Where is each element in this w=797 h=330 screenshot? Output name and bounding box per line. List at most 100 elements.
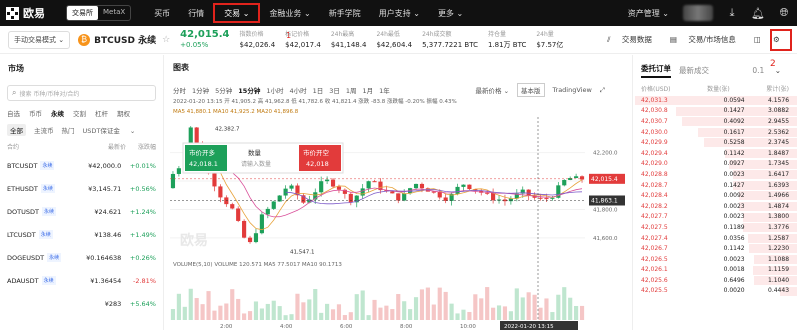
tab-options[interactable]: 期权 [117,108,130,118]
timeframe-2[interactable]: 5分钟 [215,85,232,95]
tab-orderbook[interactable]: 委托订单 [641,63,671,78]
orderbook-row[interactable]: 42,028.4 0.0092 1.4966 [633,190,797,201]
orderbook-row[interactable]: 42,030.8 0.1427 3.0882 [633,106,797,117]
nav-buy-crypto[interactable]: 买币 [145,0,179,26]
orderbook-row[interactable]: 42,030.7 0.4092 2.9455 [633,116,797,127]
orderbook-row[interactable]: 42,026.5 0.0023 1.1088 [633,254,797,265]
ask-price: 42,030.8 [641,107,668,115]
orderbook-row[interactable]: 42,028.7 0.1427 1.6393 [633,180,797,191]
margin-select[interactable]: USDT保证金 ⌄ [83,125,136,135]
depth-step-select[interactable]: 0.1 ⌄ [752,66,781,75]
globe-icon[interactable]: 🌐︎ [771,0,797,26]
bell-icon[interactable]: 🔔︎ [745,0,771,26]
timeframe-9[interactable]: 1月 [363,85,374,95]
tab-margin[interactable]: 杠杆 [95,108,108,118]
timeframe-4[interactable]: 1小时 [266,85,283,95]
orderbook-row[interactable]: 42,025.6 0.6496 1.1040 [633,275,797,286]
orderbook-row[interactable]: 42,030.0 0.1617 2.5362 [633,127,797,138]
timeframe-5[interactable]: 4小时 [289,85,306,95]
timeframe-0[interactable]: 分时 [173,85,186,95]
volume-bar [224,303,229,320]
orderbook-row[interactable]: 42,029.0 0.0927 1.7345 [633,159,797,170]
trade-mode-select[interactable]: 手动交易模式 ⌄ [8,30,71,49]
market-row[interactable]: LTCUSDT 永续 ¥138.46 +1.49% [0,223,163,246]
volume-bar [325,303,330,320]
timeframe-8[interactable]: 1周 [346,85,357,95]
star-icon[interactable]: ☆ [162,35,170,45]
tab-perpetual[interactable]: 永续 [51,108,64,118]
col-price[interactable]: 最新价 [108,142,126,151]
volume-bar [538,307,543,320]
orderbook-row[interactable]: 42,028.2 0.0023 1.4874 [633,201,797,212]
candle-body [455,186,460,194]
market-row[interactable]: DOGEUSDT 永续 ¥0.164638 +0.26% [0,246,163,269]
timeframe-1[interactable]: 1分钟 [192,85,209,95]
nav-trade[interactable]: 交易 ⌄ [213,3,261,23]
nav-markets[interactable]: 行情 [179,0,213,26]
candlestick-chart[interactable]: 2022-01-20 13:15 开 41,905.2 高 41,962.8 低… [165,95,625,330]
nav-more[interactable]: 更多 ⌄ [429,0,472,26]
volume-bar [396,294,401,320]
volume-bar [295,293,300,320]
candle-body [325,179,330,182]
market-row[interactable]: DOTUSDT 永续 ¥24.621 +1.24% [0,200,163,223]
market-symbol: LTCUSDT 永续 [7,230,77,239]
orderbook-row[interactable]: 42,026.1 0.0018 1.1159 [633,265,797,276]
orderbook-row[interactable]: 42,027.5 0.1189 1.3776 [633,222,797,233]
orderbook-row[interactable]: 42,027.4 0.0356 1.2587 [633,233,797,244]
candle-body [170,173,176,189]
orderbook-row[interactable]: 42,029.4 0.1142 1.8487 [633,148,797,159]
stat-turnover: 24h成交额 5,377.7221 BTC [422,30,478,50]
orderbook-row[interactable]: 42,026.7 0.1142 1.2230 [633,243,797,254]
timeframe-3[interactable]: 15分钟 [238,85,260,95]
orderbook-row[interactable]: 42,028.8 0.0023 1.6417 [633,169,797,180]
settings-button[interactable]: ⚙ [770,28,792,51]
perp-tag: 永续 [41,276,56,285]
exchange-toggle[interactable]: 交易所 [67,6,98,20]
volume-bar [514,288,519,320]
nav-assets[interactable]: 资产管理 ⌄ [620,0,677,26]
open-short-price: 42,018 [306,160,329,168]
download-icon[interactable]: ⤓ [719,0,745,26]
tab-futures[interactable]: 交割 [73,108,86,118]
market-row[interactable]: BTCUSDT 永续 ¥42,000.0 +0.01% [0,154,163,177]
tab-favorites[interactable]: 自选 [7,108,20,118]
tab-major[interactable]: 主流币 [34,125,54,135]
timeframe-6[interactable]: 1日 [313,85,324,95]
nav-academy[interactable]: 新手学院 [320,0,370,26]
nav-finance[interactable]: 金融业务 ⌄ [260,0,319,26]
candle-body [550,197,555,199]
orderbook-row[interactable]: 42,025.5 0.0020 0.4443 [633,286,797,297]
orderbook-row[interactable]: 42,031.3 0.0594 4.1576 [633,95,797,106]
market-info-link[interactable]: ▤ 交易/市场信息 [670,34,745,45]
market-row[interactable]: ETHUSDT 永续 ¥3,145.71 +0.56% [0,177,163,200]
tab-latest-trades[interactable]: 最新成交 [679,65,709,76]
price-type-select[interactable]: 最新价格 ⌄ [468,85,510,95]
symbol-name[interactable]: BTCUSD 永续 [94,33,156,46]
tab-spot[interactable]: 币币 [29,108,42,118]
nav-support[interactable]: 用户支持 ⌄ [370,0,429,26]
market-symbol: DOTUSDT 永续 [7,207,77,216]
market-search-input[interactable]: ⌕ 搜索 币种/币种对/合约 [7,85,156,101]
orderbook-row[interactable]: 42,029.9 0.5258 2.3745 [633,137,797,148]
orderbook-tabs: 委托订单 最新成交 0.1 ⌄ [633,55,797,78]
volume-bar [242,313,247,320]
tradingview-button[interactable]: TradingView [553,86,592,94]
market-row[interactable]: ¥283 +5.64% [0,292,163,315]
logo[interactable]: 欧易 [6,5,66,21]
layout-icon[interactable]: ◫ [754,35,761,44]
timeframe-7[interactable]: 3日 [329,85,340,95]
ask-price: 42,027.4 [641,234,668,242]
tab-hot[interactable]: 热门 [62,125,75,135]
avatar[interactable] [683,5,713,21]
stat-index: 指数价格 $42,026.4 [240,30,276,50]
col-contract[interactable]: 合约 [7,142,19,151]
orderbook-row[interactable]: 42,027.7 0.0023 1.3800 [633,212,797,223]
metax-toggle[interactable]: MetaX [98,6,130,20]
fullscreen-icon[interactable]: ⤢ [600,86,605,95]
trading-data-link[interactable]: ⫽ 交易数据 [607,34,661,45]
timeframe-10[interactable]: 1年 [379,85,390,95]
tab-all[interactable]: 全部 [7,124,26,136]
col-change[interactable]: 涨跌幅 [138,142,156,151]
market-row[interactable]: ADAUSDT 永续 ¥1.36454 -2.81% [0,269,163,292]
